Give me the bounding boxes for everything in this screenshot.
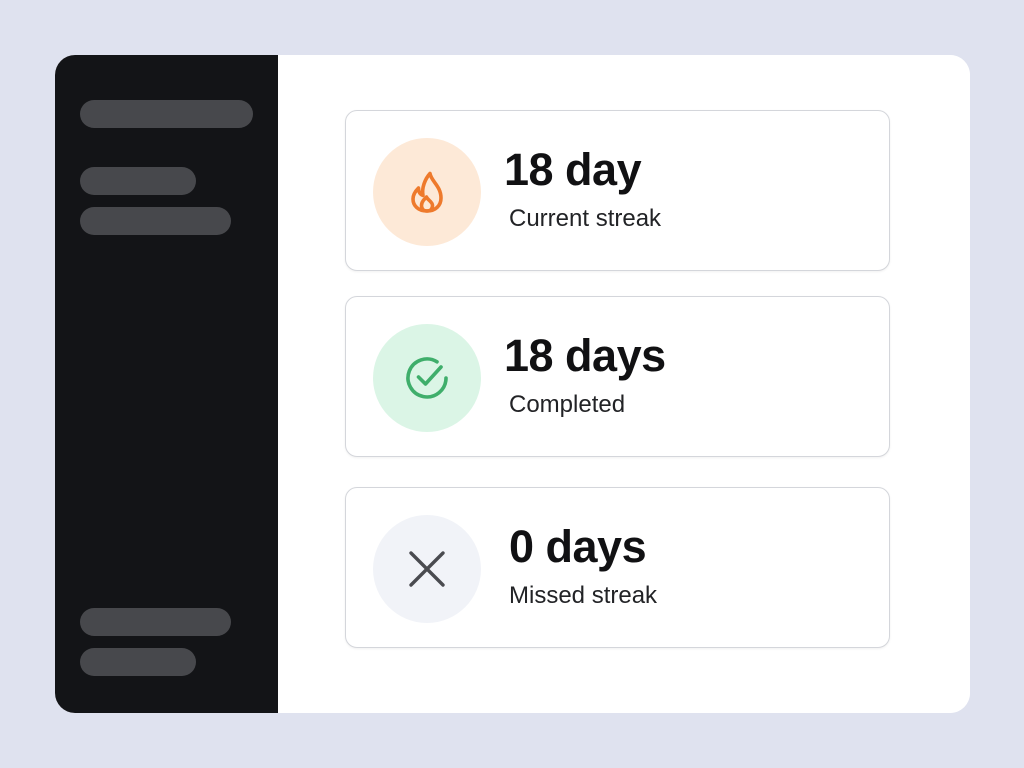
close-icon-badge — [373, 515, 481, 623]
stat-label: Missed streak — [509, 582, 658, 609]
stat-label: Current streak — [509, 205, 662, 232]
stat-value: 18 day — [504, 144, 642, 195]
close-icon — [409, 551, 445, 587]
stat-card-completed: 18 days Completed — [345, 296, 890, 457]
main-content: 18 day Current streak 18 days Completed … — [278, 55, 970, 713]
stat-value: 18 days — [504, 330, 666, 381]
sidebar-placeholder-item — [80, 167, 196, 195]
sidebar-placeholder-item — [80, 207, 231, 235]
app-window: 18 day Current streak 18 days Completed … — [55, 55, 970, 713]
sidebar-placeholder-title — [80, 100, 253, 128]
stat-card-missed-streak: 0 days Missed streak — [345, 487, 890, 648]
check-circle-icon-badge — [373, 324, 481, 432]
flame-icon-badge — [373, 138, 481, 246]
stat-card-current-streak: 18 day Current streak — [345, 110, 890, 271]
stat-label: Completed — [509, 391, 626, 418]
flame-icon — [411, 171, 443, 213]
sidebar — [55, 55, 278, 713]
sidebar-placeholder-item — [80, 608, 231, 636]
check-circle-icon — [406, 357, 448, 399]
stat-value: 0 days — [509, 521, 647, 572]
sidebar-placeholder-item — [80, 648, 196, 676]
